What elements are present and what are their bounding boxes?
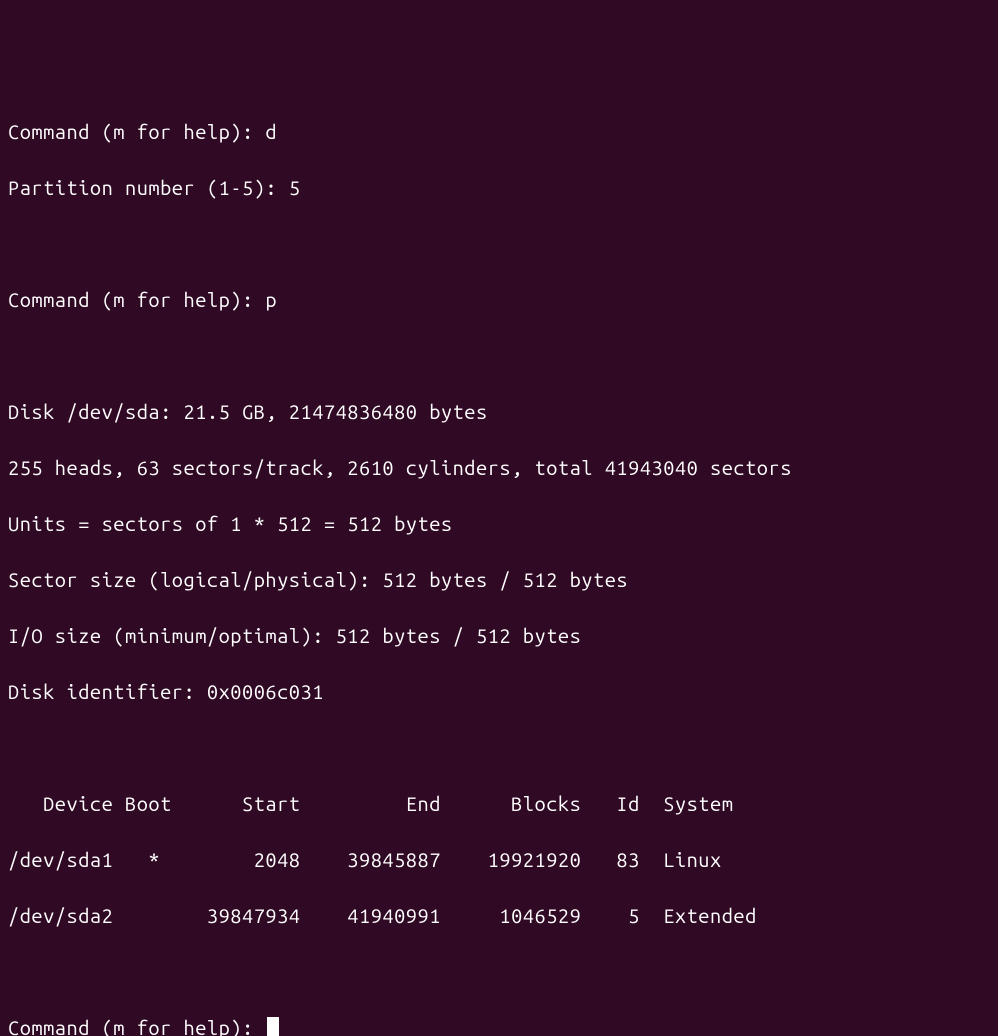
partition-row-sda1: /dev/sda1 * 2048 39845887 19921920 83 Li…	[8, 846, 990, 874]
disk-info-sector-size: Sector size (logical/physical): 512 byte…	[8, 566, 990, 594]
disk-info-identifier: Disk identifier: 0x0006c031	[8, 678, 990, 706]
partition-row-sda2: /dev/sda2 39847934 41940991 1046529 5 Ex…	[8, 902, 990, 930]
cursor-icon	[267, 1017, 279, 1036]
blank-line	[8, 958, 990, 986]
blank-line	[8, 342, 990, 370]
command-input: p	[265, 288, 277, 311]
disk-info-units: Units = sectors of 1 * 512 = 512 bytes	[8, 510, 990, 538]
command-line-delete: Command (m for help): d	[8, 118, 990, 146]
partition-table-header: Device Boot Start End Blocks Id System	[8, 790, 990, 818]
blank-line	[8, 230, 990, 258]
command-line-current[interactable]: Command (m for help):	[8, 1014, 990, 1036]
command-line-print: Command (m for help): p	[8, 286, 990, 314]
command-prompt: Command (m for help):	[8, 120, 265, 143]
command-prompt: Command (m for help):	[8, 1016, 265, 1036]
partition-number-line: Partition number (1-5): 5	[8, 174, 990, 202]
partition-prompt: Partition number (1-5):	[8, 176, 289, 199]
disk-info-geometry: 255 heads, 63 sectors/track, 2610 cylind…	[8, 454, 990, 482]
partition-input: 5	[289, 176, 301, 199]
command-prompt: Command (m for help):	[8, 288, 265, 311]
command-input: d	[265, 120, 277, 143]
disk-info-size: Disk /dev/sda: 21.5 GB, 21474836480 byte…	[8, 398, 990, 426]
blank-line	[8, 734, 990, 762]
disk-info-io-size: I/O size (minimum/optimal): 512 bytes / …	[8, 622, 990, 650]
